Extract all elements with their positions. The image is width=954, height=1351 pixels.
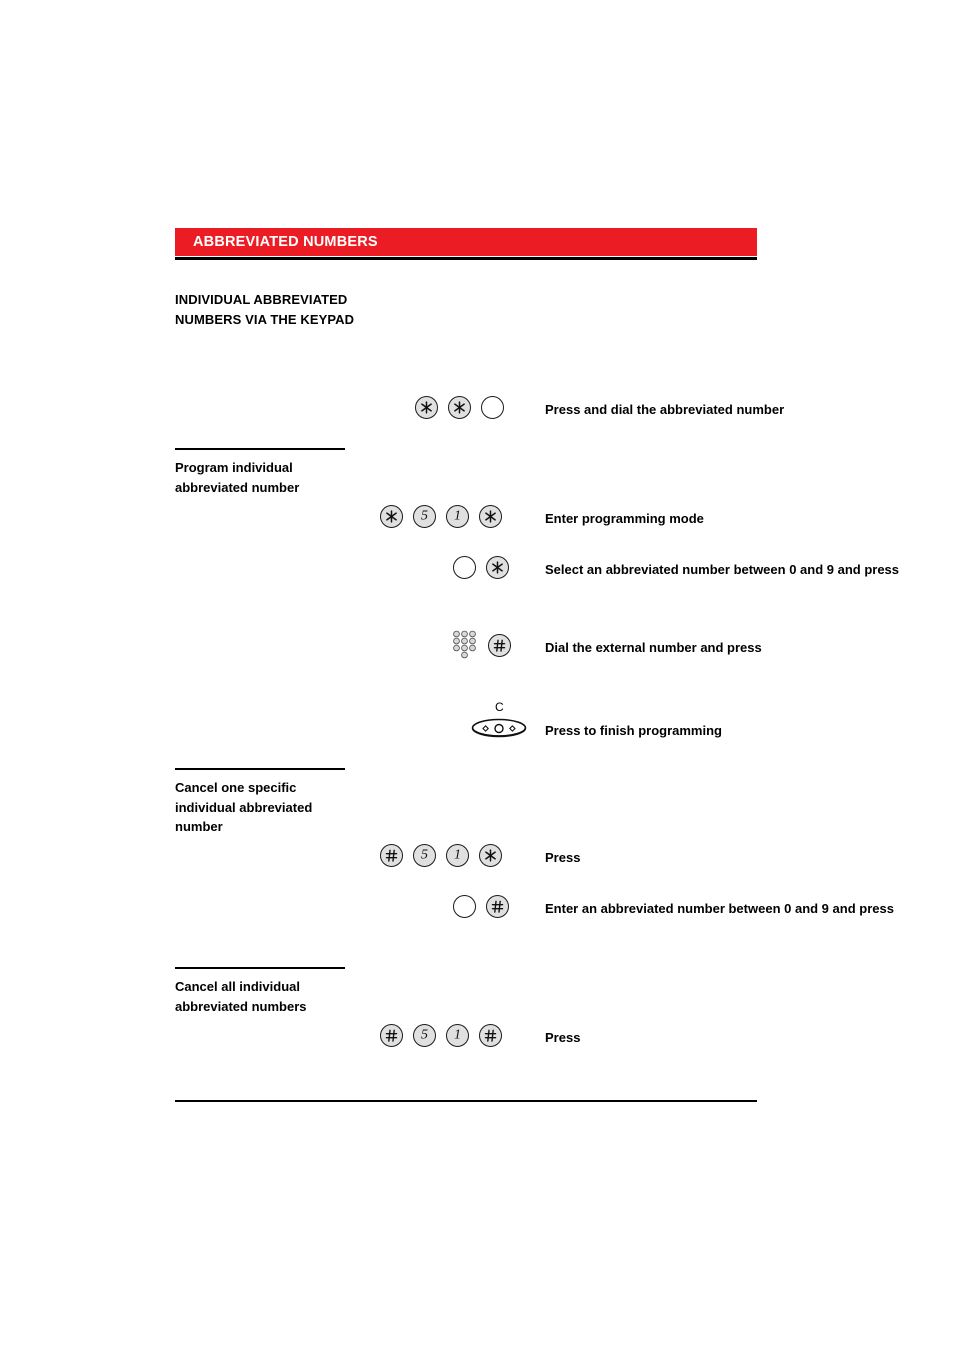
digit-1-key: 1 [446, 844, 469, 867]
digit-1-key: 1 [446, 1024, 469, 1047]
digit-1-label: 1 [454, 508, 461, 523]
star-key [415, 396, 438, 419]
digit-1-key: 1 [446, 505, 469, 528]
c-key-label: C [495, 700, 504, 714]
section-heading-cancel-one: Cancel one specific individual abbreviat… [175, 780, 313, 834]
hash-key [479, 1024, 502, 1047]
instruction-text: Press to finish programming [545, 723, 722, 738]
instruction-text: Enter an abbreviated number between 0 an… [545, 901, 894, 916]
blank-number-key [481, 396, 504, 419]
hash-key [380, 1024, 403, 1047]
key-sequence-cancel-all: 5 1 [380, 1024, 502, 1047]
instruction-text: Enter programming mode [545, 511, 704, 526]
star-key [479, 844, 502, 867]
keypad-icon [452, 630, 478, 660]
section-banner: ABBREVIATED NUMBERS [175, 228, 757, 256]
digit-5-key: 5 [413, 1024, 436, 1047]
key-sequence-select-number [453, 556, 509, 579]
instruction-text: Dial the external number and press [545, 640, 762, 655]
instruction-text: Press and dial the abbreviated number [545, 402, 785, 417]
digit-5-label: 5 [421, 508, 428, 523]
main-heading: INDIVIDUAL ABBREVIATED NUMBERS VIA THE K… [175, 292, 355, 327]
page-title: ABBREVIATED NUMBERS [193, 234, 378, 250]
hash-key [486, 895, 509, 918]
instruction-text: Press [545, 1030, 581, 1045]
blank-number-key [453, 556, 476, 579]
banner-underline-rule [175, 257, 757, 260]
key-sequence-enter-number [453, 895, 509, 918]
key-sequence-program-enter: 5 1 [380, 505, 502, 528]
star-key [448, 396, 471, 419]
hash-key [488, 633, 511, 657]
key-sequence-dial-external [452, 630, 511, 660]
digit-1-label: 1 [454, 847, 461, 862]
section-divider [175, 768, 345, 770]
digit-5-label: 5 [421, 847, 428, 862]
section-heading-cancel-all: Cancel all individual abbreviated number… [175, 979, 307, 1014]
star-key [486, 556, 509, 579]
digit-5-label: 5 [421, 1027, 428, 1042]
rocker-oval-icon [471, 717, 527, 744]
c-rocker-key: C [468, 701, 534, 743]
star-key [479, 505, 502, 528]
hash-key [380, 844, 403, 867]
section-divider [175, 967, 345, 969]
digit-5-key: 5 [413, 844, 436, 867]
star-key [380, 505, 403, 528]
digit-1-label: 1 [454, 1027, 461, 1042]
digit-5-key: 5 [413, 505, 436, 528]
section-divider [175, 448, 345, 450]
page-footer-rule [175, 1100, 757, 1103]
instruction-text: Select an abbreviated number between 0 a… [545, 562, 900, 577]
key-sequence-dial [415, 396, 504, 419]
blank-number-key [453, 895, 476, 918]
instruction-text: Press [545, 850, 581, 865]
key-sequence-cancel-one: 5 1 [380, 844, 502, 867]
section-heading-program: Program individual abbreviated number [175, 460, 300, 495]
